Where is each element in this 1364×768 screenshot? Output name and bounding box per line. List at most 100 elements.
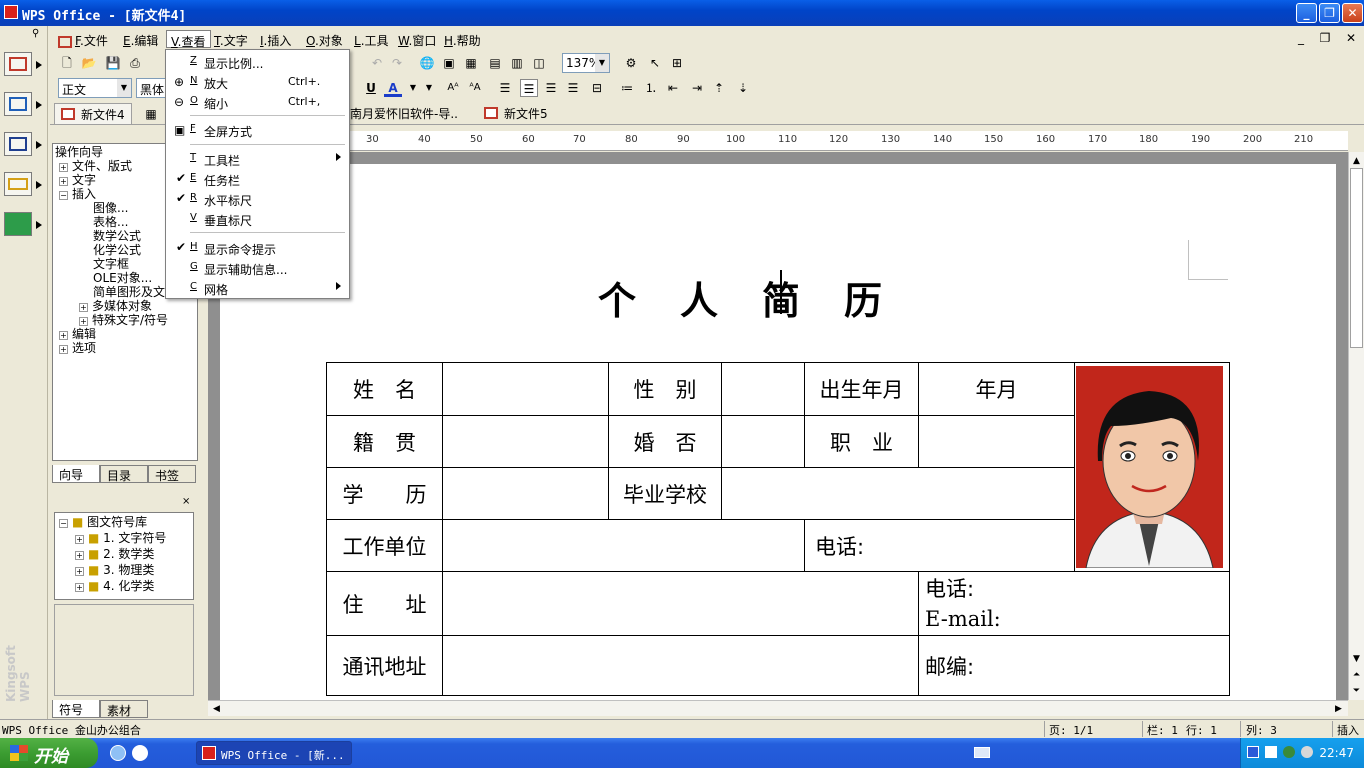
- collapse-icon[interactable]: −: [59, 191, 68, 200]
- page-down-icon[interactable]: ⏷: [1350, 684, 1363, 698]
- table-cell[interactable]: 职 业: [804, 415, 919, 468]
- line-spacing-up-icon[interactable]: ⇡: [710, 79, 728, 97]
- tab-wizard[interactable]: 向导: [52, 465, 100, 483]
- tree-item[interactable]: + 文字: [59, 173, 96, 187]
- undo-icon[interactable]: ↶: [368, 54, 386, 72]
- tray-icon[interactable]: [1283, 746, 1295, 758]
- menu-command-hints[interactable]: ✔ H 显示命令提示: [168, 238, 347, 258]
- wps-writer-icon[interactable]: [4, 52, 32, 76]
- tray-icon[interactable]: [1247, 746, 1259, 758]
- browser-icon[interactable]: [4, 212, 32, 236]
- menu-grid[interactable]: C 网格: [168, 278, 347, 298]
- table-cell[interactable]: 性 别: [608, 362, 722, 416]
- horizontal-ruler[interactable]: 30 40 50 60 70 80 90 100 110 120 130 140…: [208, 131, 1348, 151]
- table-cell[interactable]: 姓 名: [326, 362, 443, 416]
- menu-insert[interactable]: I.插入: [256, 30, 295, 48]
- maximize-button[interactable]: ❐: [1319, 3, 1340, 23]
- line-spacing-down-icon[interactable]: ⇣: [734, 79, 752, 97]
- ie-icon[interactable]: [110, 745, 126, 761]
- chart-icon[interactable]: ▦: [462, 54, 480, 72]
- tree-item[interactable]: 简单图形及文: [93, 285, 165, 299]
- tab-material-library[interactable]: 素材库: [100, 700, 148, 735]
- scroll-right-icon[interactable]: ▶: [1332, 702, 1345, 716]
- dock-arrow-icon[interactable]: [36, 101, 42, 109]
- expand-icon[interactable]: +: [75, 535, 84, 544]
- table-cell[interactable]: [721, 467, 1075, 520]
- menu-taskbar[interactable]: ✔ E 任务栏: [168, 169, 347, 189]
- tree-item[interactable]: + ■ 3. 物理类: [75, 563, 154, 577]
- numbered-list-icon[interactable]: ⒈: [642, 79, 660, 97]
- font-select[interactable]: 黑体: [136, 78, 168, 98]
- page-up-icon[interactable]: ⏶: [1350, 668, 1363, 682]
- font-color-icon[interactable]: A: [384, 79, 402, 97]
- open-icon[interactable]: 📂: [80, 54, 98, 72]
- table-cell[interactable]: 年月: [918, 362, 1075, 416]
- table-cell[interactable]: [442, 635, 919, 696]
- spreadsheet-icon[interactable]: [4, 92, 32, 116]
- zoom-select[interactable]: 137% ▼: [562, 53, 610, 73]
- portrait-photo[interactable]: [1076, 366, 1223, 568]
- select-pointer-icon[interactable]: ↖: [646, 54, 664, 72]
- chevron-down-icon[interactable]: ▼: [595, 54, 609, 72]
- save-icon[interactable]: 💾: [104, 54, 122, 72]
- doc-restore-button[interactable]: ❐: [1316, 31, 1334, 47]
- tree-item[interactable]: OLE对象...: [93, 271, 152, 285]
- hyperlink-icon[interactable]: 🌐: [418, 54, 436, 72]
- scrollbar-thumb[interactable]: [1350, 168, 1363, 348]
- pin-icon[interactable]: ⚲: [32, 28, 39, 39]
- table-cell[interactable]: 住 址: [326, 571, 443, 636]
- menu-object[interactable]: O.对象: [302, 30, 347, 48]
- decrease-indent-icon[interactable]: ⇤: [664, 79, 682, 97]
- tray-icon[interactable]: [1265, 746, 1277, 758]
- tree-item[interactable]: + 特殊文字/符号: [79, 313, 168, 327]
- doc-minimize-button[interactable]: _: [1292, 31, 1310, 47]
- keyboard-icon[interactable]: [974, 747, 990, 758]
- grow-font-icon[interactable]: Aᴬ: [444, 79, 462, 97]
- menu-view[interactable]: V.查看: [166, 30, 211, 49]
- dock-arrow-icon[interactable]: [36, 221, 42, 229]
- table-cell[interactable]: [442, 519, 805, 572]
- tab-symbol-library[interactable]: 符号库: [52, 700, 100, 734]
- scroll-up-icon[interactable]: ▲: [1350, 154, 1363, 168]
- menu-window[interactable]: W.窗口: [394, 30, 440, 48]
- menu-full-screen[interactable]: ▣ F 全屏方式: [168, 120, 347, 140]
- image-icon[interactable]: ▣: [440, 54, 458, 72]
- document-page[interactable]: 个人简历 姓 名 性 别 出生年月 年月 籍 贯 婚 否 职 业 学 历 毕业学…: [220, 164, 1336, 700]
- expand-icon[interactable]: +: [79, 303, 88, 312]
- tab-contents[interactable]: 目录: [100, 465, 148, 483]
- menu-horizontal-ruler[interactable]: ✔ R 水平标尺: [168, 189, 347, 209]
- menu-tools[interactable]: L.工具: [350, 30, 393, 48]
- expand-icon[interactable]: +: [59, 163, 68, 172]
- highlight-dropdown-icon[interactable]: ▼: [420, 79, 438, 97]
- expand-icon[interactable]: +: [75, 583, 84, 592]
- table-cell[interactable]: 毕业学校: [608, 467, 722, 520]
- menu-file[interactable]: F.文件: [54, 30, 112, 48]
- dock-arrow-icon[interactable]: [36, 61, 42, 69]
- menu-zoom-ratio[interactable]: Z 显示比例...: [168, 52, 347, 72]
- start-button[interactable]: 开始: [0, 738, 98, 768]
- tab-document-4[interactable]: 新文件4: [54, 103, 132, 124]
- table-cell[interactable]: 邮编:: [918, 635, 1230, 696]
- tree-item[interactable]: + 多媒体对象: [79, 299, 152, 313]
- underline-icon[interactable]: U: [362, 79, 380, 97]
- tree-item[interactable]: − ■ 图文符号库: [59, 515, 147, 529]
- tab-document-5[interactable]: 新文件5: [478, 103, 554, 124]
- tree-item[interactable]: 数学公式: [93, 229, 141, 243]
- table-cell[interactable]: 籍 贯: [326, 415, 443, 468]
- tab-bookmarks[interactable]: 书签: [148, 465, 196, 483]
- tree-item[interactable]: + ■ 4. 化学类: [75, 579, 154, 593]
- tree-item[interactable]: − 插入: [59, 187, 96, 201]
- tree-item[interactable]: 文字框: [93, 257, 129, 271]
- tree-item[interactable]: + 文件、版式: [59, 159, 132, 173]
- table-cell[interactable]: 电话: E-mail:: [918, 571, 1230, 636]
- table-cell[interactable]: 电话:: [804, 519, 1075, 572]
- table-tab-icon[interactable]: ▦: [142, 105, 160, 123]
- table-cell[interactable]: [721, 362, 805, 416]
- vertical-scrollbar[interactable]: ▲ ▼ ⏶ ⏷: [1348, 152, 1364, 700]
- menu-text[interactable]: T.文字: [210, 30, 252, 48]
- frame-icon[interactable]: ◫: [530, 54, 548, 72]
- table-cell[interactable]: [442, 571, 919, 636]
- tree-item[interactable]: 图像...: [93, 201, 128, 215]
- select-objects-icon[interactable]: ⊞: [668, 54, 686, 72]
- table-cell[interactable]: [918, 415, 1075, 468]
